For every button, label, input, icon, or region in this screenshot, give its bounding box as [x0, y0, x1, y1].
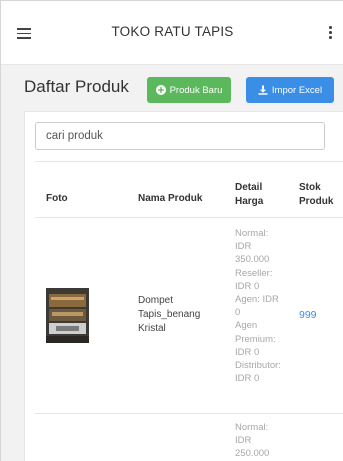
- price-line: IDR 0: [235, 280, 260, 292]
- product-photo[interactable]: [46, 288, 89, 343]
- header-stock-line2: Produk: [299, 196, 334, 207]
- import-excel-button[interactable]: Impor Excel: [246, 77, 334, 103]
- header-detail-line2: Harga: [235, 196, 264, 207]
- price-line: 0: [235, 307, 241, 319]
- price-line: Normal:: [235, 422, 269, 433]
- price-line: Distributor:: [235, 360, 281, 372]
- plus-circle-icon: [155, 85, 166, 95]
- header-detail-line1: Detail: [235, 182, 263, 193]
- header-name: Nama Produk: [138, 193, 203, 204]
- kebab-menu-icon[interactable]: [329, 26, 333, 40]
- price-line: Normal:: [235, 228, 269, 239]
- price-detail: Normal: IDR 350.000 Reseller: IDR 0 Agen…: [235, 227, 281, 385]
- product-table-card: [24, 111, 343, 461]
- price-line: Agen: [235, 320, 258, 332]
- header-detail: Detail Harga: [235, 181, 263, 209]
- download-icon: [258, 85, 268, 95]
- product-name-line: Tapis_benang: [138, 309, 201, 320]
- price-line: IDR: [235, 241, 252, 253]
- product-name-line: Dompet: [138, 295, 174, 306]
- price-line: 250.000: [235, 448, 270, 460]
- price-line: Premium:: [235, 333, 276, 345]
- new-product-label: Produk Baru: [169, 84, 223, 96]
- price-line: Reseller:: [235, 267, 273, 279]
- price-detail: Normal: IDR 250.000: [235, 421, 269, 461]
- new-product-button[interactable]: Produk Baru: [147, 77, 231, 103]
- search-input[interactable]: cari produk: [35, 122, 325, 150]
- header-stock-line1: Stok: [299, 182, 321, 193]
- row-divider: [35, 413, 343, 414]
- import-excel-label: Impor Excel: [271, 84, 323, 96]
- price-line: IDR 0: [235, 346, 260, 358]
- header-stock: Stok Produk: [299, 181, 333, 209]
- page-title: Daftar Produk: [24, 77, 129, 96]
- stock-value[interactable]: 999: [299, 308, 317, 322]
- price-line: IDR 0: [235, 373, 260, 385]
- top-app-bar: TOKO RATU TAPIS: [1, 1, 343, 65]
- price-line: IDR: [235, 435, 252, 447]
- product-name-line: Kristal: [138, 323, 166, 334]
- price-line: Agen: IDR: [235, 294, 279, 306]
- table-top-divider: [35, 161, 343, 162]
- header-divider: [35, 217, 343, 218]
- price-line: 350.000: [235, 254, 270, 266]
- product-name: Dompet Tapis_benang Kristal: [138, 294, 200, 336]
- header-photo: Foto: [46, 193, 68, 204]
- app-title: TOKO RATU TAPIS: [111, 24, 234, 39]
